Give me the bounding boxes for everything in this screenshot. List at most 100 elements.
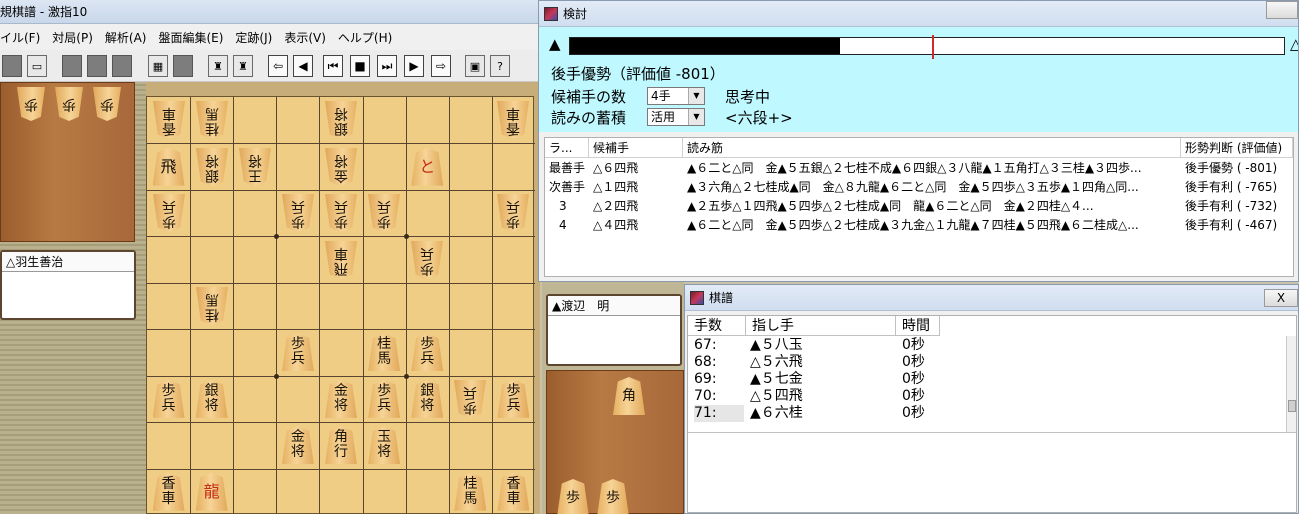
kifu-scrollbar-thumb[interactable] [1288,400,1296,412]
kifu-cell[interactable]: 67: [694,337,744,354]
board-piece[interactable]: 歩兵 [411,241,443,279]
board-piece[interactable]: 歩兵 [497,194,529,232]
kifu-cell[interactable]: 69: [694,371,744,388]
candidate-cell[interactable]: 後手有利 ( -732) [1181,197,1293,216]
toolbar-analyze-icon[interactable]: ♜ [208,55,228,77]
kifu-cell[interactable]: △５六飛 [750,354,890,371]
candidate-cell[interactable]: △４四飛 [589,216,683,235]
board-piece[interactable]: 王将 [239,148,271,186]
board-piece[interactable]: 歩兵 [368,194,400,232]
toolbar-edit-icon[interactable] [173,55,193,77]
col-move-number[interactable]: 手数 [688,316,746,336]
board-piece[interactable]: 歩兵 [281,333,314,372]
board-piece[interactable]: と [411,147,444,186]
candidate-cell[interactable]: ▲３六角△２七桂成▲同 金△８九龍▲６二と△同 金▲５四歩△３五歩▲１四角△同.… [683,178,1181,197]
kifu-cell[interactable]: ▲５八玉 [750,337,890,354]
kifu-close-button[interactable]: X [1264,289,1298,307]
sente-hand-piece-1[interactable]: 歩 [557,479,589,514]
board-piece[interactable]: 歩兵 [454,380,486,418]
candidate-cell[interactable]: 4 [545,216,589,235]
toolbar-help-icon[interactable]: ? [490,55,510,77]
toolbar-forward-icon[interactable]: ▶ [404,55,424,77]
kifu-cell[interactable]: △５四飛 [750,388,890,405]
board-piece[interactable]: 飛 [152,147,185,186]
board-piece[interactable]: 銀将 [195,379,228,418]
kifu-cell[interactable]: 68: [694,354,744,371]
board-piece[interactable]: 金将 [281,426,314,465]
board-piece[interactable]: 桂馬 [196,287,228,325]
gote-hand-piece-2[interactable]: 歩 [55,87,83,121]
toolbar-board-icon[interactable]: ▦ [148,55,168,77]
candidate-cell[interactable]: △６四飛 [589,159,683,178]
board-piece[interactable]: 歩兵 [325,194,357,232]
menu-analysis[interactable]: 解析(A) [105,29,147,46]
toolbar-first-icon[interactable]: ⏮ [323,55,343,77]
toolbar-last-icon[interactable]: ⏭ [377,55,397,77]
accumulate-select[interactable]: 活用 ▼ [647,108,705,126]
kifu-cell[interactable]: 70: [694,388,744,405]
menu-game[interactable]: 対局(P) [52,29,93,46]
candidate-cell[interactable]: 次善手 [545,178,589,197]
col-time[interactable]: 時間 [896,316,940,336]
kifu-cell[interactable]: 0秒 [902,371,942,388]
board-piece[interactable]: 香車 [497,101,529,139]
candidate-cell[interactable]: 3 [545,197,589,216]
kifu-cell[interactable]: 71: [694,405,744,422]
board-piece[interactable]: 歩兵 [153,194,185,232]
col-move[interactable]: 候補手 [589,138,683,158]
board-piece[interactable]: 金将 [325,148,357,186]
toolbar-save-icon[interactable] [62,55,82,77]
kifu-cell[interactable]: 0秒 [902,388,942,405]
toolbar-new-icon[interactable] [2,55,22,77]
gote-hand-piece-1[interactable]: 歩 [17,87,45,121]
toolbar-undo-icon[interactable]: ⇦ [268,55,288,77]
menu-joseki[interactable]: 定跡(J) [235,29,272,46]
menu-view[interactable]: 表示(V) [284,29,326,46]
candidates-select[interactable]: 4手 ▼ [647,87,705,105]
col-eval[interactable]: 形勢判断 (評価値) [1181,138,1293,158]
board-piece[interactable]: 銀将 [196,148,228,186]
candidate-cell[interactable]: 後手有利 ( -765) [1181,178,1293,197]
candidate-cell[interactable]: △２四飛 [589,197,683,216]
board-piece[interactable]: 玉将 [368,426,401,465]
kifu-cell[interactable]: 0秒 [902,337,942,354]
board-piece[interactable]: 香車 [497,472,530,511]
col-move-text[interactable]: 指し手 [746,316,896,336]
candidate-cell[interactable]: 最善手 [545,159,589,178]
col-rank[interactable]: ラ... [545,138,589,158]
board-piece[interactable]: 桂馬 [196,101,228,139]
board-piece[interactable]: 歩兵 [497,379,530,418]
candidate-cell[interactable]: ▲６二と△同 金▲５四歩△２七桂成▲３九金△１九龍▲７四桂▲５四飛▲６二桂成△.… [683,216,1181,235]
board-piece[interactable]: 銀将 [325,101,357,139]
kifu-cell[interactable]: ▲６六桂 [750,405,890,422]
toolbar-copy-icon[interactable] [87,55,107,77]
board-piece[interactable]: 角行 [325,426,357,465]
menu-file[interactable]: イル(F) [0,29,40,46]
candidate-cell[interactable]: 後手有利 ( -467) [1181,216,1293,235]
board-piece[interactable]: 龍 [195,472,228,511]
board-piece[interactable]: 歩兵 [368,379,401,418]
toolbar-back-icon[interactable]: ◀ [293,55,313,77]
board-piece[interactable]: 金将 [325,379,357,418]
sente-hand-piece-2[interactable]: 歩 [597,479,629,514]
board-piece[interactable]: 歩兵 [282,194,314,232]
kifu-scrollbar[interactable] [1286,336,1296,432]
sente-hand-kaku[interactable]: 角 [613,377,645,415]
board-piece[interactable]: 歩兵 [152,379,185,418]
kifu-cell[interactable]: 0秒 [902,354,942,371]
candidate-cell[interactable]: △１四飛 [589,178,683,197]
shogi-board[interactable]: 香車桂馬銀将香車飛銀将王将金将と歩兵歩兵歩兵歩兵歩兵飛車歩兵桂馬歩兵桂馬歩兵歩兵… [146,96,535,514]
board-piece[interactable]: 桂馬 [368,333,401,372]
toolbar-monitor-icon[interactable]: ▣ [465,55,485,77]
board-piece[interactable]: 香車 [153,101,185,139]
menu-board-edit[interactable]: 盤面編集(E) [158,29,223,46]
kifu-cell[interactable]: ▲５七金 [750,371,890,388]
gote-hand-piece-3[interactable]: 歩 [93,87,121,121]
toolbar-hint-icon[interactable]: ♜ [233,55,253,77]
toolbar-stop-icon[interactable]: ■ [350,55,370,77]
candidate-cell[interactable]: ▲２五歩△１四飛▲５四歩△２七桂成▲同 龍▲６二と△同 金▲２四桂△４... [683,197,1181,216]
board-piece[interactable]: 飛車 [325,241,357,279]
toolbar-open-icon[interactable]: ▭ [27,55,47,77]
toolbar-paste-icon[interactable] [112,55,132,77]
toolbar-redo-icon[interactable]: ⇨ [431,55,451,77]
